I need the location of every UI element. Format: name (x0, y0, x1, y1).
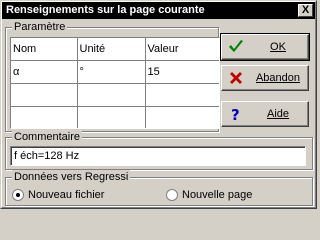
parametre-legend: Paramètre (12, 20, 68, 34)
commentaire-group: Commentaire f éch=128 Hz (5, 130, 313, 170)
grid-cell[interactable] (77, 83, 146, 107)
svg-text:?: ? (231, 106, 240, 122)
parametre-grid[interactable]: Nom Unité Valeur α ° 15 (10, 37, 220, 129)
parametre-group: Paramètre Nom Unité Valeur α ° 15 (5, 20, 220, 132)
window-title: Renseignements sur la page courante (6, 4, 205, 16)
radio-dot (16, 193, 20, 197)
ok-button-label: OK (270, 41, 286, 53)
grid-cell[interactable]: ° (77, 60, 146, 84)
cross-icon (230, 72, 242, 84)
donnees-legend: Données vers Regressi (12, 170, 131, 184)
title-bar[interactable]: Renseignements sur la page courante X (2, 2, 315, 19)
column-header-nom[interactable]: Nom (11, 38, 78, 61)
radio-button[interactable] (166, 189, 178, 201)
abandon-button[interactable]: Abandon (221, 65, 309, 91)
grid-cell[interactable] (11, 106, 78, 128)
grid-cell[interactable] (11, 83, 78, 107)
donnees-group: Données vers Regressi Nouveau fichier No… (5, 170, 313, 206)
aide-button-label: Aide (266, 108, 290, 120)
column-header-unite[interactable]: Unité (77, 38, 146, 61)
grid-cell[interactable] (77, 106, 146, 128)
grid-cell[interactable]: α (11, 60, 78, 84)
radio-button-selected[interactable] (12, 189, 24, 201)
ok-button[interactable]: OK (220, 33, 310, 61)
grid-cell[interactable]: 15 (145, 60, 219, 84)
dialog-window: Renseignements sur la page courante X Pa… (0, 0, 317, 209)
question-icon: ? (231, 106, 240, 122)
commentaire-legend: Commentaire (12, 130, 83, 144)
close-button[interactable]: X (298, 4, 313, 17)
aide-button[interactable]: ? Aide (221, 101, 309, 127)
grid-cell[interactable] (145, 83, 219, 107)
grid-header-row: Nom Unité Valeur (11, 38, 219, 61)
grid-cell[interactable] (145, 106, 219, 128)
table-row: α ° 15 (11, 60, 219, 84)
nouvelle-page-label: Nouvelle page (182, 189, 253, 201)
check-icon (229, 40, 243, 52)
abandon-button-label: Abandon (255, 72, 301, 84)
table-row (11, 106, 219, 128)
nouveau-fichier-label: Nouveau fichier (28, 189, 105, 201)
commentaire-input[interactable]: f éch=128 Hz (10, 146, 306, 166)
column-header-valeur[interactable]: Valeur (145, 38, 219, 61)
table-row (11, 83, 219, 107)
